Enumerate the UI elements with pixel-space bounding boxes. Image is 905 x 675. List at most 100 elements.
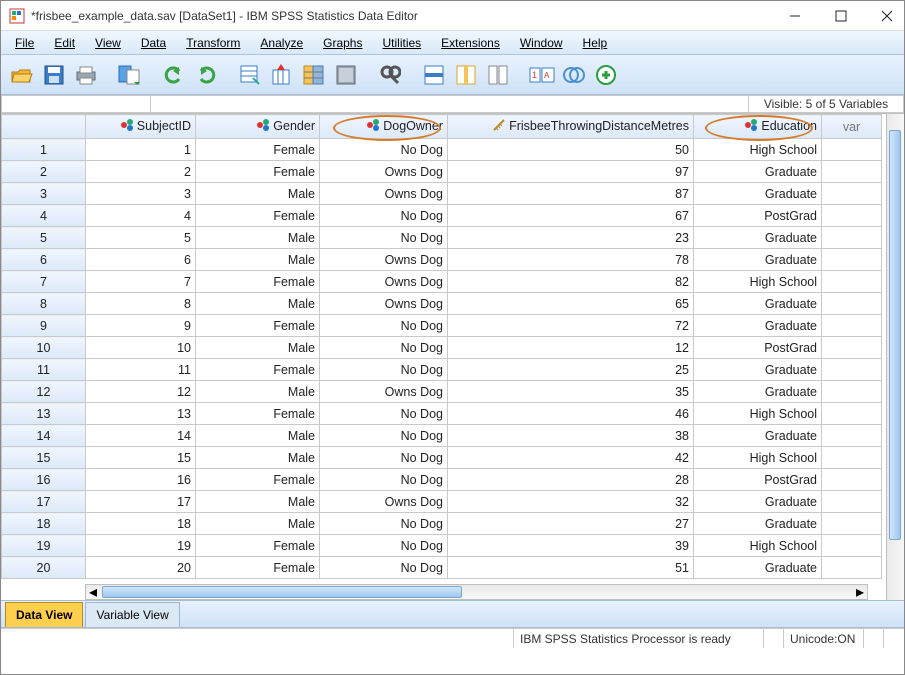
cell-dogowner[interactable]: No Dog [320,403,448,425]
cell-dogowner[interactable]: No Dog [320,513,448,535]
cell-education[interactable]: High School [694,403,822,425]
cell-distance[interactable]: 67 [448,205,694,227]
cell-distance[interactable]: 78 [448,249,694,271]
cell-education[interactable]: Graduate [694,381,822,403]
cell-distance[interactable]: 82 [448,271,694,293]
table-row[interactable]: 1414MaleNo Dog38Graduate [2,425,882,447]
cell-gender[interactable]: Male [196,249,320,271]
tab-data-view[interactable]: Data View [5,602,83,627]
cell-gender[interactable]: Female [196,359,320,381]
table-row[interactable]: 99FemaleNo Dog72Graduate [2,315,882,337]
row-header[interactable]: 3 [2,183,86,205]
cell-subjectid[interactable]: 1 [86,139,196,161]
cell-gender[interactable]: Female [196,469,320,491]
cell-gender[interactable]: Male [196,293,320,315]
cell-dogowner[interactable]: Owns Dog [320,381,448,403]
cell-dogowner[interactable]: Owns Dog [320,183,448,205]
table-row[interactable]: 1010MaleNo Dog12PostGrad [2,337,882,359]
cell-education[interactable]: Graduate [694,491,822,513]
cell-subjectid[interactable]: 17 [86,491,196,513]
cell-dogowner[interactable]: No Dog [320,447,448,469]
cell-dogowner[interactable]: No Dog [320,469,448,491]
table-row[interactable]: 1818MaleNo Dog27Graduate [2,513,882,535]
cell-distance[interactable]: 39 [448,535,694,557]
cell-subjectid[interactable]: 16 [86,469,196,491]
cell-gender[interactable]: Male [196,337,320,359]
scroll-left-icon[interactable]: ◂ [86,585,100,599]
col-header-subjectid[interactable]: SubjectID [86,115,196,139]
cell-empty[interactable] [822,315,882,337]
row-header[interactable]: 9 [2,315,86,337]
cell-subjectid[interactable]: 4 [86,205,196,227]
cell-subjectid[interactable]: 20 [86,557,196,579]
formula-box[interactable] [151,95,749,113]
cell-empty[interactable] [822,139,882,161]
insert-cases-icon[interactable] [419,60,449,90]
col-header-dogowner[interactable]: DogOwner [320,115,448,139]
insert-variable-icon[interactable] [451,60,481,90]
cell-gender[interactable]: Male [196,425,320,447]
undo-icon[interactable] [159,60,189,90]
name-box[interactable] [1,95,151,113]
cell-education[interactable]: Graduate [694,183,822,205]
cell-dogowner[interactable]: No Dog [320,425,448,447]
cell-subjectid[interactable]: 6 [86,249,196,271]
find-icon[interactable] [375,60,405,90]
row-header[interactable]: 7 [2,271,86,293]
scroll-right-icon[interactable]: ▸ [853,585,867,599]
table-row[interactable]: 22FemaleOwns Dog97Graduate [2,161,882,183]
cell-gender[interactable]: Female [196,139,320,161]
cell-gender[interactable]: Female [196,315,320,337]
hscroll-thumb[interactable] [102,586,462,598]
cell-subjectid[interactable]: 11 [86,359,196,381]
table-row[interactable]: 1515MaleNo Dog42High School [2,447,882,469]
cell-distance[interactable]: 38 [448,425,694,447]
cell-subjectid[interactable]: 7 [86,271,196,293]
cell-dogowner[interactable]: No Dog [320,315,448,337]
maximize-button[interactable] [832,7,850,25]
cell-gender[interactable]: Male [196,513,320,535]
goto-case-icon[interactable] [235,60,265,90]
table-row[interactable]: 1212MaleOwns Dog35Graduate [2,381,882,403]
cell-distance[interactable]: 97 [448,161,694,183]
cell-gender[interactable]: Male [196,183,320,205]
cell-distance[interactable]: 23 [448,227,694,249]
cell-subjectid[interactable]: 19 [86,535,196,557]
menu-graphs[interactable]: Graphs [313,34,372,52]
cell-education[interactable]: PostGrad [694,205,822,227]
cell-empty[interactable] [822,557,882,579]
cell-empty[interactable] [822,161,882,183]
cell-distance[interactable]: 25 [448,359,694,381]
menu-utilities[interactable]: Utilities [372,34,431,52]
cell-education[interactable]: High School [694,535,822,557]
cell-dogowner[interactable]: No Dog [320,205,448,227]
row-header[interactable]: 11 [2,359,86,381]
cell-dogowner[interactable]: Owns Dog [320,271,448,293]
cell-empty[interactable] [822,535,882,557]
menu-transform[interactable]: Transform [176,34,250,52]
cell-dogowner[interactable]: Owns Dog [320,161,448,183]
run-descriptives-icon[interactable] [331,60,361,90]
cell-distance[interactable]: 51 [448,557,694,579]
cell-distance[interactable]: 72 [448,315,694,337]
cell-education[interactable]: Graduate [694,227,822,249]
menu-extensions[interactable]: Extensions [431,34,510,52]
cell-empty[interactable] [822,205,882,227]
table-row[interactable]: 11FemaleNo Dog50High School [2,139,882,161]
cell-empty[interactable] [822,513,882,535]
row-header[interactable]: 10 [2,337,86,359]
cell-education[interactable]: Graduate [694,513,822,535]
cell-subjectid[interactable]: 13 [86,403,196,425]
menu-file[interactable]: File [5,34,44,52]
table-row[interactable]: 1717MaleOwns Dog32Graduate [2,491,882,513]
cell-education[interactable]: Graduate [694,249,822,271]
table-row[interactable]: 1313FemaleNo Dog46High School [2,403,882,425]
open-icon[interactable] [7,60,37,90]
cell-dogowner[interactable]: No Dog [320,227,448,249]
cell-gender[interactable]: Female [196,161,320,183]
row-header[interactable]: 19 [2,535,86,557]
cell-empty[interactable] [822,403,882,425]
table-row[interactable]: 33MaleOwns Dog87Graduate [2,183,882,205]
cell-dogowner[interactable]: No Dog [320,337,448,359]
row-header[interactable]: 17 [2,491,86,513]
